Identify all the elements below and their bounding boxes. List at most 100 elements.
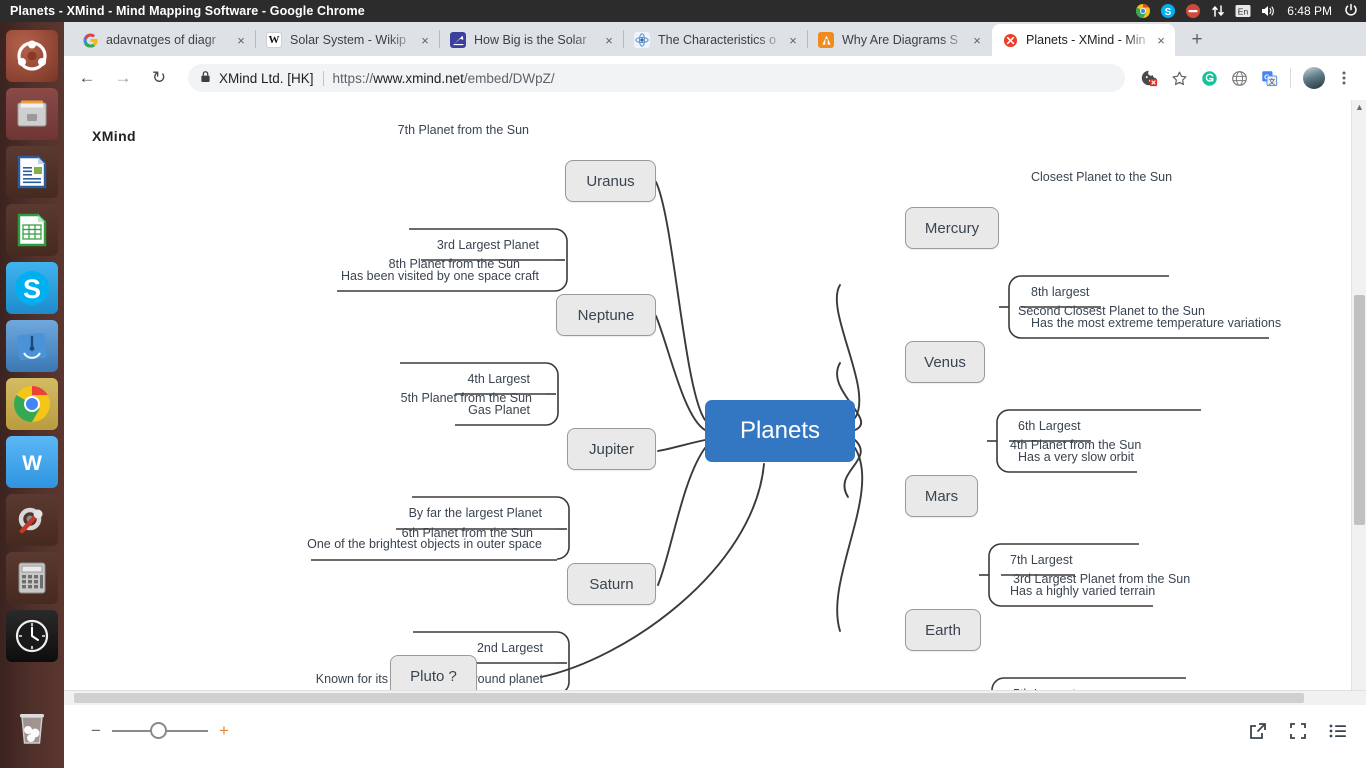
subtopic-neptune-2[interactable]: 4th Largest: [210, 372, 530, 386]
google-translate-icon[interactable]: G 文: [1255, 64, 1283, 92]
skype-icon[interactable]: S: [1160, 3, 1176, 19]
mindmap-node-venus[interactable]: Venus: [905, 341, 985, 383]
browser-tab-5[interactable]: Why Are Diagrams S ×: [808, 24, 991, 56]
mindmap-node-jupiter[interactable]: Jupiter: [567, 428, 656, 470]
file-manager-icon: [17, 100, 47, 127]
launcher-item-wps-writer[interactable]: W: [6, 436, 58, 488]
zoom-control[interactable]: − +: [86, 721, 234, 741]
subtopic-jupiter-1[interactable]: 5th Planet from the Sun: [212, 391, 532, 405]
network-updown-icon[interactable]: [1210, 3, 1226, 19]
subtopic-mercury-2[interactable]: 8th largest: [1031, 285, 1089, 299]
browser-tab-2[interactable]: W Solar System - Wikip ×: [256, 24, 439, 56]
zoom-out-button[interactable]: −: [86, 721, 106, 741]
reload-button[interactable]: ↻: [144, 63, 174, 93]
browser-tab-4[interactable]: The Characteristics o ×: [624, 24, 807, 56]
subtopic-neptune-1[interactable]: 8th Planet from the Sun: [200, 257, 520, 271]
subtopic-connectors-left: [311, 228, 570, 695]
outline-list-icon[interactable]: [1328, 721, 1348, 741]
zoom-slider-track[interactable]: [112, 722, 208, 739]
subtopic-mercury-3[interactable]: Has the most extreme temperature variati…: [1031, 316, 1281, 330]
avatar[interactable]: [1300, 64, 1328, 92]
tab-close-button[interactable]: ×: [233, 33, 249, 48]
globe-icon[interactable]: [1225, 64, 1253, 92]
keyboard-layout-icon[interactable]: En: [1235, 3, 1251, 19]
launcher-item-clock[interactable]: [6, 610, 58, 662]
svg-text:S: S: [23, 274, 41, 304]
subtopic-venus-2[interactable]: 6th Largest: [1018, 419, 1081, 433]
tab-close-button[interactable]: ×: [601, 33, 617, 48]
tab-label: adavnatges of diagr: [106, 33, 216, 47]
writer-document-icon: [17, 155, 47, 189]
launcher-item-skype[interactable]: S: [6, 262, 58, 314]
scroll-up-arrow[interactable]: ▲: [1355, 102, 1364, 112]
subtopic-venus-3[interactable]: Has a very slow orbit: [1018, 450, 1134, 464]
browser-tab-3[interactable]: How Big is the Solar ×: [440, 24, 623, 56]
subtopic-saturn-3[interactable]: Known for its rings orbiting around plan…: [223, 672, 543, 686]
node-label: Earth: [925, 621, 961, 639]
mindmap-node-neptune[interactable]: Neptune: [556, 294, 656, 336]
subtopic-uranus-3[interactable]: Has been visited by one space craft: [219, 269, 539, 283]
subtopic-mercury-1[interactable]: Closest Planet to the Sun: [1031, 170, 1172, 184]
mindmap-node-saturn[interactable]: Saturn: [567, 563, 656, 605]
zoom-slider-thumb[interactable]: [150, 722, 167, 739]
mindmap-root-node[interactable]: Planets: [705, 400, 855, 462]
subtopic-earth-1[interactable]: 3rd Largest Planet from the Sun: [1013, 572, 1190, 586]
subtopic-neptune-3[interactable]: Gas Planet: [210, 403, 530, 417]
tab-close-button[interactable]: ×: [417, 33, 433, 48]
browser-tab-1[interactable]: adavnatges of diagr ×: [72, 24, 255, 56]
subtopic-uranus-1[interactable]: 7th Planet from the Sun: [209, 123, 529, 137]
grammarly-icon[interactable]: [1195, 64, 1223, 92]
mindmap-node-mercury[interactable]: Mercury: [905, 207, 999, 249]
new-tab-button[interactable]: +: [1183, 26, 1211, 54]
tab-close-button[interactable]: ×: [785, 33, 801, 48]
horizontal-scrollbar-thumb[interactable]: [74, 693, 1304, 703]
disk-analyzer-icon: [17, 332, 47, 361]
launcher-item-libreoffice-calc[interactable]: [6, 204, 58, 256]
forward-button[interactable]: →: [108, 63, 138, 93]
tray-clock[interactable]: 6:48 PM: [1287, 4, 1332, 18]
page-horizontal-scrollbar[interactable]: [64, 691, 1366, 705]
launcher-item-disk-usage-analyzer[interactable]: [6, 320, 58, 372]
subtopic-mars-2[interactable]: 7th Largest: [1010, 553, 1073, 567]
mindmap-node-uranus[interactable]: Uranus: [565, 160, 656, 202]
launcher-item-system-settings[interactable]: [6, 494, 58, 546]
node-label: Jupiter: [588, 440, 635, 458]
chrome-menu-icon[interactable]: [1330, 64, 1358, 92]
bookmark-star-icon[interactable]: [1165, 64, 1193, 92]
zoom-in-button[interactable]: +: [214, 721, 234, 741]
launcher-item-libreoffice-writer[interactable]: [6, 146, 58, 198]
mindmap-node-earth[interactable]: Earth: [905, 609, 981, 651]
do-not-disturb-icon[interactable]: [1185, 3, 1201, 19]
open-external-icon[interactable]: [1248, 721, 1268, 741]
volume-icon[interactable]: [1260, 3, 1276, 19]
subtopic-saturn-1[interactable]: 6th Planet from the Sun: [213, 526, 533, 540]
back-button[interactable]: ←: [72, 63, 102, 93]
subtopic-venus-1[interactable]: Second Closest Planet to the Sun: [1018, 304, 1205, 318]
launcher-item-trash[interactable]: [6, 702, 58, 754]
xmind-icon: [1002, 32, 1018, 48]
subtopic-mars-1[interactable]: 4th Planet from the Sun: [1010, 438, 1141, 452]
vertical-scrollbar-thumb[interactable]: [1354, 295, 1365, 525]
browser-tab-6-active[interactable]: Planets - XMind - Min ×: [992, 24, 1175, 56]
page-vertical-scrollbar[interactable]: ▲ ▼: [1351, 100, 1366, 768]
subtopic-uranus-2[interactable]: 3rd Largest Planet: [219, 238, 539, 252]
tab-close-button[interactable]: ×: [969, 33, 985, 48]
google-icon: [82, 32, 98, 48]
fullscreen-icon[interactable]: [1288, 721, 1308, 741]
window-title: Planets - XMind - Mind Mapping Software …: [10, 4, 365, 18]
chrome-icon[interactable]: [1135, 3, 1151, 19]
launcher-item-calculator[interactable]: [6, 552, 58, 604]
subtopic-mars-3[interactable]: Has a highly varied terrain: [1010, 584, 1155, 598]
launcher-item-google-chrome[interactable]: [6, 378, 58, 430]
subtopic-saturn-2[interactable]: 2nd Largest: [223, 641, 543, 655]
url-path: /embed/DWpZ/: [463, 70, 555, 86]
cookie-blocked-icon[interactable]: [1135, 64, 1163, 92]
mindmap-node-mars[interactable]: Mars: [905, 475, 978, 517]
power-gear-icon[interactable]: [1343, 3, 1359, 19]
tab-close-button[interactable]: ×: [1153, 33, 1169, 48]
launcher-item-files[interactable]: [6, 88, 58, 140]
subtopic-jupiter-2[interactable]: By far the largest Planet: [222, 506, 542, 520]
launcher-item-ubuntu-dash[interactable]: [6, 30, 58, 82]
address-bar[interactable]: XMind Ltd. [HK] https:// www.xmind.net /…: [188, 64, 1125, 92]
settings-wrench-gear-icon: [18, 507, 43, 534]
